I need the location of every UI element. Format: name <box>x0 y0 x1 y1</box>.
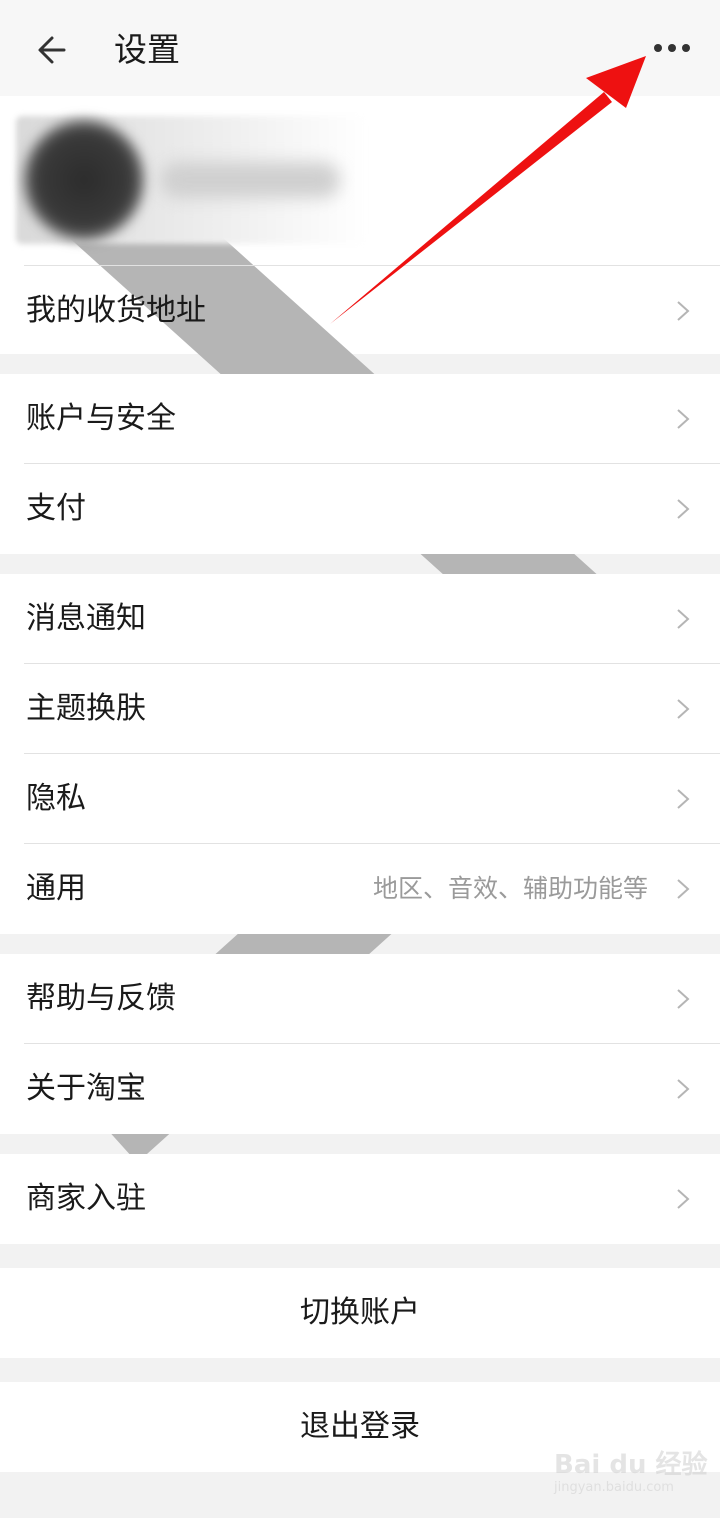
page-title: 设置 <box>114 30 180 69</box>
profile-group: 我的收货地址 <box>0 96 720 1163</box>
watermark-url: jingyan.baidu.com <box>554 1480 674 1495</box>
avatar <box>24 120 144 240</box>
more-horizontal-icon <box>654 44 690 52</box>
chevron-right-icon <box>677 301 690 321</box>
menu-item-theme[interactable]: 主题换肤 <box>0 664 720 754</box>
watermark-logo-text: Bai du 经验 <box>554 1450 708 1480</box>
watermark: Bai du 经验 jingyan.baidu.com <box>548 1444 708 1504</box>
top-bar: 设置 <box>0 0 720 96</box>
back-button[interactable] <box>30 26 78 74</box>
menu-item-label: 商家入驻 <box>26 1181 146 1216</box>
chevron-right-icon <box>677 789 690 809</box>
support-group: 帮助与反馈 关于淘宝 <box>0 954 720 1134</box>
menu-item-hint: 地区、音效、辅助功能等 <box>372 874 648 903</box>
menu-item-account-security[interactable]: 账户与安全 <box>0 374 720 464</box>
chevron-right-icon <box>677 879 690 899</box>
menu-item-label: 帮助与反馈 <box>26 981 176 1016</box>
menu-item-general[interactable]: 通用 地区、音效、辅助功能等 <box>0 844 720 934</box>
menu-item-address[interactable]: 我的收货地址 <box>0 266 720 356</box>
profile-row[interactable] <box>0 96 720 1163</box>
account-group: 账户与安全 支付 <box>0 374 720 554</box>
preferences-group: 消息通知 主题换肤 隐私 通用 地区、音效、辅助功能等 <box>0 574 720 934</box>
username-blurred <box>160 162 340 198</box>
menu-item-label: 消息通知 <box>26 601 146 636</box>
menu-item-about[interactable]: 关于淘宝 <box>0 1044 720 1134</box>
chevron-right-icon <box>677 409 690 429</box>
chevron-right-icon <box>677 1079 690 1099</box>
chevron-right-icon <box>677 609 690 629</box>
menu-item-notifications[interactable]: 消息通知 <box>0 574 720 664</box>
menu-item-merchant[interactable]: 商家入驻 <box>0 1154 720 1244</box>
menu-item-label: 通用 <box>26 871 86 906</box>
chevron-right-icon <box>677 699 690 719</box>
menu-item-label: 支付 <box>26 491 86 526</box>
menu-item-payment[interactable]: 支付 <box>0 464 720 554</box>
menu-item-help-feedback[interactable]: 帮助与反馈 <box>0 954 720 1044</box>
menu-item-label: 主题换肤 <box>26 691 146 726</box>
menu-item-label: 我的收货地址 <box>26 293 206 328</box>
chevron-right-icon <box>677 989 690 1009</box>
chevron-right-icon <box>677 499 690 519</box>
more-button[interactable] <box>644 28 700 68</box>
menu-item-label: 关于淘宝 <box>26 1071 146 1106</box>
merchant-group: 商家入驻 <box>0 1154 720 1244</box>
menu-item-label: 隐私 <box>26 781 86 816</box>
menu-item-privacy[interactable]: 隐私 <box>0 754 720 844</box>
chevron-right-icon <box>677 1189 690 1209</box>
switch-account-button[interactable]: 切换账户 <box>0 1268 720 1358</box>
arrow-left-icon <box>38 36 66 64</box>
menu-item-label: 账户与安全 <box>26 401 176 436</box>
